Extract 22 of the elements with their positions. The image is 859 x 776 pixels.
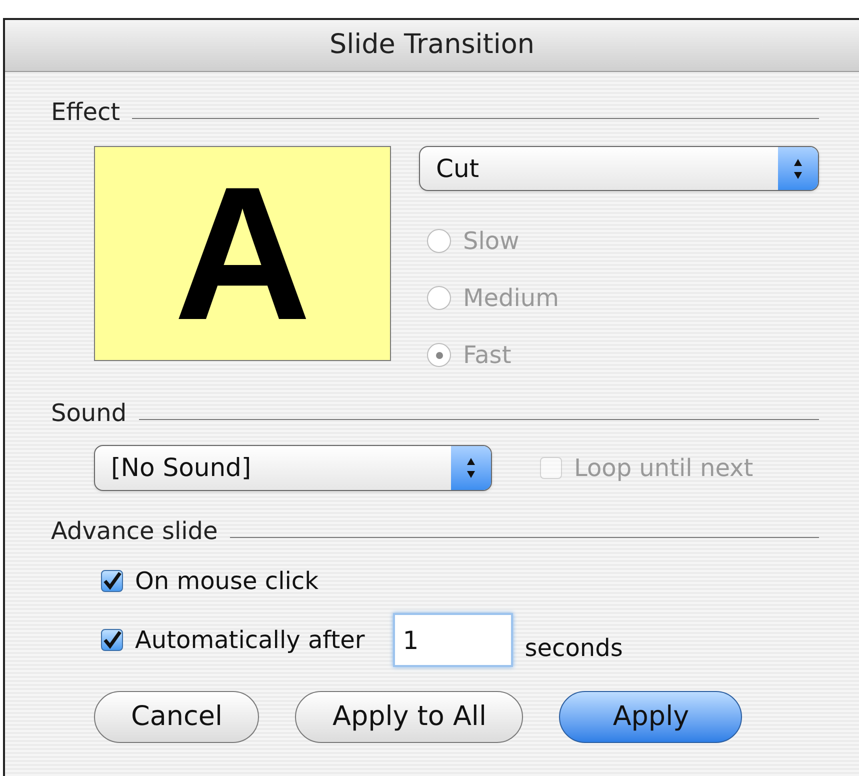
window-title: Slide Transition	[329, 28, 535, 62]
checkbox-label: Automatically after	[135, 625, 365, 656]
radio-label: Fast	[463, 340, 512, 371]
dialog-button[interactable]: Apply	[559, 691, 742, 743]
radio-label: Slow	[463, 226, 520, 257]
radio-label: Medium	[463, 283, 559, 314]
unit-label: seconds	[524, 633, 623, 664]
transition-preview: A	[94, 146, 391, 361]
section-label: Effect	[51, 97, 120, 128]
checkbox[interactable]	[101, 570, 123, 592]
checkbox[interactable]	[101, 629, 123, 651]
section-label: Sound	[51, 398, 127, 429]
checkbox-label: Loop until next	[574, 453, 754, 484]
checkbox-label: On mouse click	[135, 566, 319, 597]
seconds-field[interactable]: 1	[392, 613, 513, 667]
section-label: Advance slide	[51, 516, 218, 547]
stepper-icon	[451, 446, 491, 490]
dialog-button[interactable]: Cancel	[94, 691, 260, 743]
popup-menu[interactable]: [No Sound]	[94, 445, 492, 491]
dialog-button[interactable]: Apply to All	[295, 691, 524, 743]
popup-menu[interactable]: Cut	[419, 146, 819, 191]
stepper-icon	[778, 147, 818, 190]
